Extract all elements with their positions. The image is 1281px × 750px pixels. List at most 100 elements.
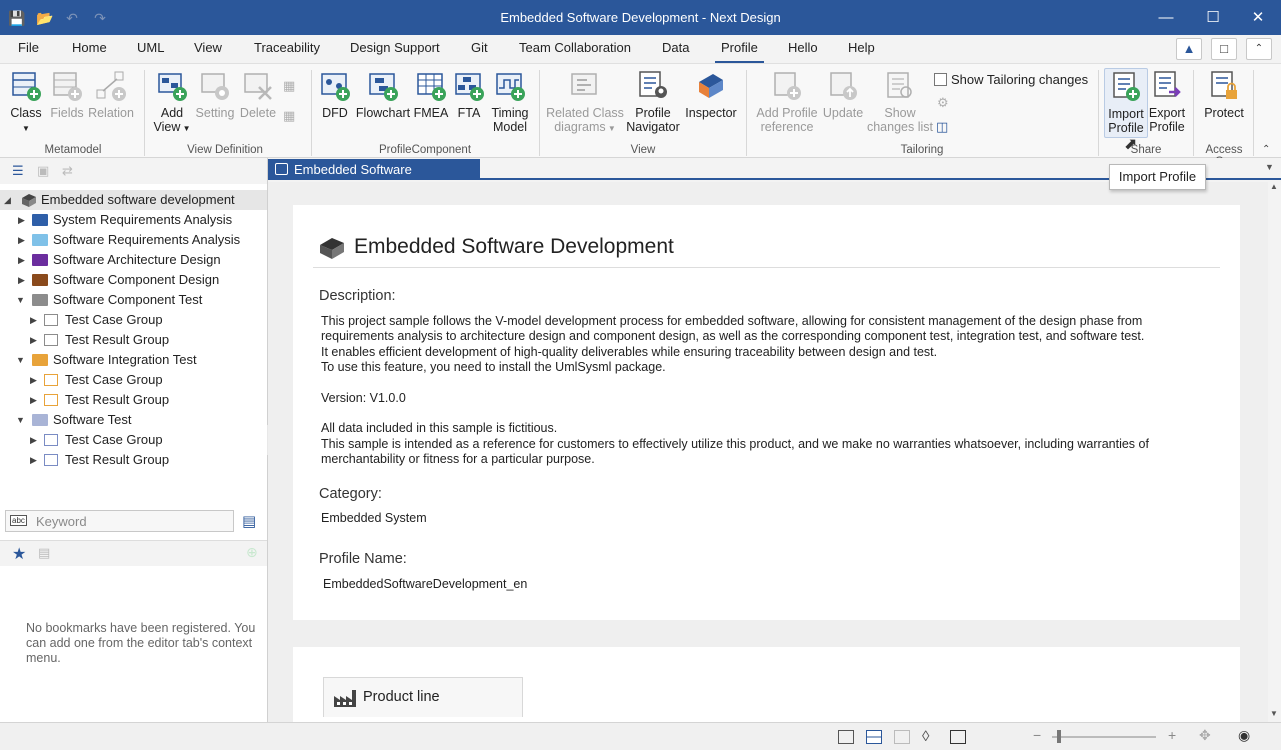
zoom-slider[interactable] [1052, 736, 1156, 738]
fit-to-screen-icon[interactable]: ✥ [1199, 727, 1211, 744]
collapse-arrow-icon[interactable]: ▼ [16, 410, 26, 430]
menu-design-support[interactable]: Design Support [350, 40, 440, 55]
zoom-out-icon[interactable]: − [1033, 727, 1041, 743]
tree-view-icon[interactable]: ☰ [12, 163, 24, 179]
expand-arrow-icon[interactable]: ▶ [30, 430, 40, 450]
notification-bell-icon[interactable]: ◉ [1238, 727, 1250, 744]
tailoring-compare-icon[interactable]: ◫ [936, 119, 948, 135]
product-line-header[interactable]: Product line [323, 677, 523, 717]
expand-arrow-icon[interactable]: ▶ [18, 210, 28, 230]
zoom-in-icon[interactable]: + [1168, 727, 1176, 743]
dfd-button[interactable]: DFD [317, 68, 353, 120]
search-options-icon[interactable]: ▤ [242, 512, 256, 530]
tailoring-settings-icon[interactable]: ⚙ [937, 95, 949, 111]
layout-single-icon[interactable] [838, 730, 854, 744]
add-view-button[interactable]: Add View ▼ [153, 68, 191, 136]
screen-settings-icon[interactable] [950, 730, 966, 744]
tree-item[interactable]: ▶ Software Component Design [0, 270, 267, 290]
maximize-button[interactable]: ☐ [1190, 0, 1236, 35]
tree-item[interactable]: ▶ Software Architecture Design [0, 250, 267, 270]
inspector-button[interactable]: Inspector [684, 68, 738, 120]
menu-view[interactable]: View [194, 40, 222, 55]
class-button[interactable]: Class ▼ [8, 68, 44, 136]
expand-arrow-icon[interactable]: ▶ [30, 390, 40, 410]
tree-item[interactable]: ▼ Software Test [0, 410, 267, 430]
ribbon-minimize-icon[interactable]: ⌃ [1262, 144, 1270, 155]
relation-button[interactable]: Relation [88, 68, 134, 120]
expand-arrow-icon[interactable]: ▶ [18, 230, 28, 250]
add-profile-reference-button[interactable]: Add Profile reference [754, 68, 820, 134]
menu-team-collaboration[interactable]: Team Collaboration [519, 40, 631, 55]
menu-git[interactable]: Git [471, 40, 488, 55]
delete-icon [242, 70, 274, 102]
show-changes-list-button[interactable]: Show changes list [866, 68, 934, 134]
editor-scrollbar[interactable]: ▲ ▼ [1268, 182, 1281, 722]
comment-icon[interactable]: □ [1211, 38, 1237, 60]
show-tailoring-changes-checkbox[interactable]: Show Tailoring changes [934, 72, 1088, 87]
small-view-icon[interactable]: ▦ [283, 78, 295, 94]
group-label-tailoring: Tailoring [900, 144, 944, 156]
keyword-search[interactable]: abc Keyword [5, 510, 234, 532]
collapse-arrow-icon[interactable]: ▼ [16, 290, 26, 310]
menu-help[interactable]: Help [848, 40, 875, 55]
copy-icon[interactable]: ▣ [37, 163, 49, 179]
export-profile-button[interactable]: Export Profile [1148, 68, 1186, 134]
ribbon-collapse-icon[interactable]: ⌃ [1246, 38, 1272, 60]
fmea-button[interactable]: FMEA [413, 68, 449, 120]
expand-arrow-icon[interactable]: ▶ [30, 310, 40, 330]
bookmark-folder-icon[interactable]: ▤ [38, 545, 50, 561]
menu-hello[interactable]: Hello [788, 40, 818, 55]
import-profile-button[interactable]: Import Profile [1104, 68, 1148, 138]
flowchart-button[interactable]: Flowchart [355, 68, 411, 120]
collapse-arrow-icon[interactable]: ▼ [16, 350, 26, 370]
expand-arrow-icon[interactable]: ▶ [30, 330, 40, 350]
menu-traceability[interactable]: Traceability [254, 40, 320, 55]
fields-button[interactable]: Fields [49, 68, 85, 120]
tree-item[interactable]: ▼ Software Component Test [0, 290, 267, 310]
tree-item[interactable]: ▶ Test Result Group [0, 390, 267, 410]
expand-arrow-icon[interactable]: ▶ [18, 270, 28, 290]
tree-item[interactable]: ▶ Test Case Group [0, 430, 267, 450]
small-view-icon[interactable]: ▦ [283, 108, 295, 124]
tree-item[interactable]: ▶ Test Case Group [0, 370, 267, 390]
tree-item[interactable]: ▶ Test Result Group [0, 450, 267, 470]
delete-button[interactable]: Delete [238, 68, 278, 120]
scroll-up-icon[interactable]: ▲ [1270, 182, 1278, 191]
add-bookmark-icon[interactable]: ⊕ [246, 544, 258, 561]
link-icon[interactable]: ⇄ [62, 163, 73, 179]
fta-button[interactable]: FTA [452, 68, 486, 120]
close-button[interactable]: ✕ [1235, 0, 1281, 35]
setting-button[interactable]: Setting [194, 68, 236, 120]
layout-horizontal-icon[interactable] [866, 730, 882, 744]
expand-arrow-icon[interactable]: ▶ [30, 370, 40, 390]
menu-file[interactable]: File [18, 40, 39, 55]
expand-arrow-icon[interactable]: ◢ [4, 190, 14, 210]
minimize-button[interactable]: — [1143, 0, 1189, 35]
zoom-slider-thumb[interactable] [1057, 730, 1061, 743]
menu-data[interactable]: Data [662, 40, 689, 55]
expand-arrow-icon[interactable]: ▶ [18, 250, 28, 270]
bookmark-star-icon[interactable]: ★ [12, 544, 26, 564]
tree-item[interactable]: ▼ Software Integration Test [0, 350, 267, 370]
menu-profile[interactable]: Profile [715, 40, 764, 64]
tree-root[interactable]: ◢ Embedded software development [0, 190, 267, 210]
tree-item[interactable]: ▶ Test Case Group [0, 310, 267, 330]
menu-uml[interactable]: UML [137, 40, 164, 55]
related-class-diagrams-button[interactable]: Related Class diagrams ▼ [546, 68, 624, 136]
tab-embedded-software-development[interactable]: Embedded Software Development [268, 159, 480, 198]
profile-navigator-button[interactable]: Profile Navigator [624, 68, 682, 134]
tree-item[interactable]: ▶ System Requirements Analysis [0, 210, 267, 230]
scroll-down-icon[interactable]: ▼ [1270, 709, 1278, 718]
menu-home[interactable]: Home [72, 40, 107, 55]
update-button[interactable]: Update [821, 68, 865, 120]
tab-list-chevron-icon[interactable]: ▼ [1265, 162, 1274, 172]
inspector-status-icon[interactable]: ◊ [922, 728, 929, 745]
tree-item[interactable]: ▶ Test Result Group [0, 330, 267, 350]
expand-arrow-icon[interactable]: ▶ [30, 450, 40, 470]
protect-button[interactable]: Protect [1202, 68, 1246, 120]
timing-model-button[interactable]: Timing Model [489, 68, 531, 134]
ai-assistant-icon[interactable]: ▲ [1176, 38, 1202, 60]
checkbox-box[interactable] [934, 73, 947, 86]
tree-item[interactable]: ▶ Software Requirements Analysis [0, 230, 267, 250]
layout-vertical-icon[interactable] [894, 730, 910, 744]
